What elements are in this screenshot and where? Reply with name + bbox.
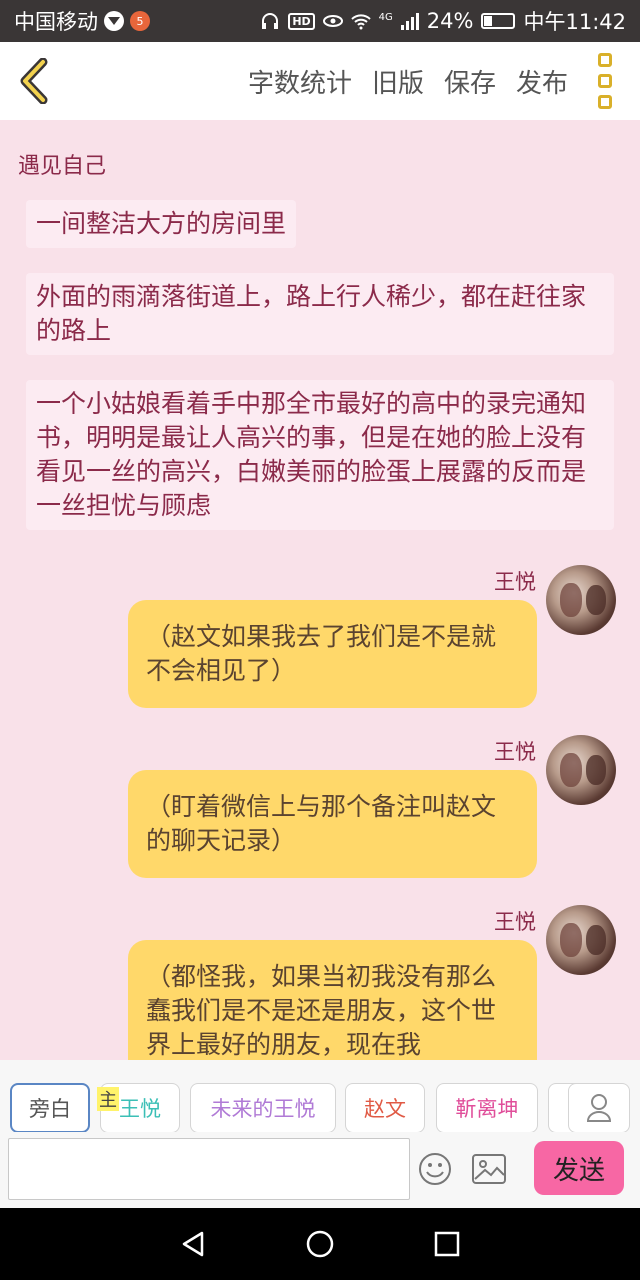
person-icon (586, 1094, 612, 1122)
avatar[interactable] (546, 905, 616, 975)
speaker-name: 王悦 (494, 570, 536, 594)
publish-button[interactable]: 发布 (516, 63, 568, 100)
role-chip-future-wangyue[interactable]: 未来的王悦 (190, 1083, 336, 1133)
role-chip-narrator[interactable]: 旁白 (10, 1083, 90, 1133)
word-count-button[interactable]: 字数统计 (248, 63, 352, 100)
message-input[interactable] (8, 1138, 410, 1200)
role-selector: 旁白 主 王悦 未来的王悦 赵文 靳离坤 (0, 1060, 640, 1133)
story-content[interactable]: 遇见自己 一间整洁大方的房间里 外面的雨滴落街道上，路上行人稀少，都在赶往家的路… (0, 120, 640, 1060)
carrier-name: 中国移动 (14, 10, 98, 34)
narration-item[interactable]: 外面的雨滴落街道上，路上行人稀少，都在赶往家的路上 (26, 273, 614, 355)
eye-icon (322, 15, 343, 27)
back-nav-icon[interactable] (178, 1229, 208, 1259)
role-chip-jinlikun[interactable]: 靳离坤 (436, 1083, 538, 1133)
story-title: 遇见自己 (18, 154, 107, 179)
clock: 中午11:42 (523, 10, 626, 34)
send-button[interactable]: 发送 (534, 1141, 624, 1195)
network-type: 4G (378, 12, 393, 23)
more-menu-icon[interactable] (598, 53, 614, 109)
chat-bubble[interactable]: （盯着微信上与那个备注叫赵文的聊天记录） (128, 770, 537, 878)
location-icon (104, 11, 124, 31)
save-button[interactable]: 保存 (444, 63, 496, 100)
speaker-name: 王悦 (494, 910, 536, 934)
chat-bubble[interactable]: （都怪我，如果当初我没有那么蠢我们是不是还是朋友，这个世界上最好的朋友，现在我 (128, 940, 537, 1060)
signal-icon (400, 12, 419, 30)
battery-percent: 24% (426, 9, 474, 33)
image-icon[interactable] (472, 1154, 506, 1184)
old-version-button[interactable]: 旧版 (372, 63, 424, 100)
add-role-button[interactable] (568, 1083, 630, 1133)
avatar[interactable] (546, 565, 616, 635)
emoji-icon[interactable] (418, 1152, 452, 1186)
narration-item[interactable]: 一个小姑娘看着手中那全市最好的高中的录完通知书，明明是最让人高兴的事，但是在她的… (26, 380, 614, 530)
input-bar: 发送 (0, 1132, 640, 1208)
hd-icon: HD (288, 12, 315, 30)
recents-nav-icon[interactable] (432, 1229, 462, 1259)
battery-icon (481, 13, 516, 29)
chat-bubble[interactable]: （赵文如果我去了我们是不是就不会相见了） (128, 600, 537, 708)
wifi-icon (350, 14, 371, 30)
role-chip-zhaowen[interactable]: 赵文 (345, 1083, 425, 1133)
status-bar: 中国移动 5 HD 4G 24% 中午11:42 (0, 0, 640, 42)
notification-badge: 5 (130, 11, 150, 31)
navigation-bar (0, 1208, 640, 1280)
top-toolbar: 字数统计 旧版 保存 发布 (0, 42, 640, 120)
narration-item[interactable]: 一间整洁大方的房间里 (26, 200, 297, 248)
avatar[interactable] (546, 735, 616, 805)
headphones-icon (262, 13, 279, 29)
back-button[interactable] (4, 42, 64, 120)
chevron-left-icon (20, 58, 48, 104)
protagonist-tag: 主 (97, 1087, 119, 1111)
home-nav-icon[interactable] (305, 1229, 335, 1259)
speaker-name: 王悦 (494, 740, 536, 764)
